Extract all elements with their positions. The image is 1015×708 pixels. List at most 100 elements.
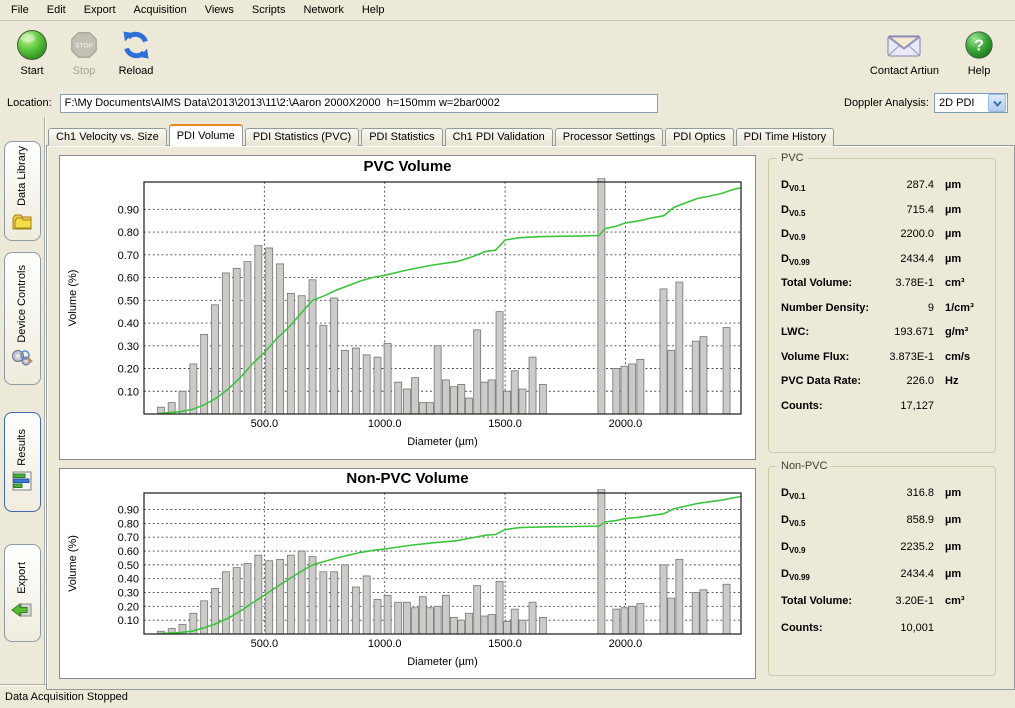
stat-label: DV0.99 [781, 568, 870, 582]
svg-text:0.90: 0.90 [118, 204, 139, 216]
contact-artium-button[interactable]: Contact Artiun [866, 24, 943, 79]
non-pvc-volume-chart: 0.100.200.300.400.500.600.700.800.90500.… [60, 489, 755, 675]
svg-text:1000.0: 1000.0 [368, 418, 402, 430]
menu-item-acquisition[interactable]: Acquisition [125, 1, 196, 19]
pvc-volume-chart-panel: PVC Volume 0.100.200.300.400.500.600.700… [59, 155, 756, 460]
sidebar-item-device-controls[interactable]: Device Controls [4, 252, 41, 385]
sidebar-item-label: Results [16, 429, 28, 466]
svg-text:0.10: 0.10 [118, 615, 139, 627]
tab-ch1-pdi-validation[interactable]: Ch1 PDI Validation [445, 128, 553, 146]
stat-label: DV0.5 [781, 514, 870, 528]
stat-label: DV0.1 [781, 487, 870, 501]
app-window: FileEditExportAcquisitionViewsScriptsNet… [0, 0, 1015, 708]
svg-text:0.40: 0.40 [118, 318, 139, 330]
sidebar-item-export[interactable]: Export [4, 544, 41, 642]
svg-text:Volume (%): Volume (%) [67, 535, 79, 592]
stat-value: 226.0 [870, 375, 934, 387]
stat-row: Counts:17,127 [781, 400, 987, 425]
stop-button[interactable]: STOP Stop [58, 24, 110, 79]
svg-text:0.50: 0.50 [118, 295, 139, 307]
stat-row: DV0.5858.9µm [781, 514, 987, 541]
stat-value: 2434.4 [870, 253, 934, 265]
menu-item-file[interactable]: File [2, 1, 38, 19]
stat-unit: cm³ [934, 595, 987, 607]
start-label: Start [20, 65, 43, 77]
tab-pdi-time-history[interactable]: PDI Time History [736, 128, 835, 146]
svg-text:2000.0: 2000.0 [609, 638, 643, 650]
stat-unit: µm [934, 514, 987, 526]
menu-item-network[interactable]: Network [294, 1, 352, 19]
chevron-down-icon[interactable] [988, 94, 1006, 112]
start-icon [15, 26, 49, 64]
results-chart-icon [10, 470, 34, 495]
stat-row: Total Volume:3.78E-1cm³ [781, 277, 987, 302]
reload-label: Reload [119, 65, 154, 77]
stat-value: 193.671 [870, 326, 934, 338]
stat-value: 858.9 [870, 514, 934, 526]
stat-unit: Hz [934, 375, 987, 387]
svg-text:1000.0: 1000.0 [368, 638, 402, 650]
menu-item-edit[interactable]: Edit [38, 1, 75, 19]
location-input[interactable] [60, 94, 658, 113]
tab-pdi-optics[interactable]: PDI Optics [665, 128, 734, 146]
stat-row: Number Density:91/cm³ [781, 302, 987, 327]
toolbar: Start STOP Stop Reload [0, 21, 1015, 89]
gears-icon [10, 347, 34, 372]
tab-strip: Ch1 Velocity vs. SizePDI VolumePDI Stati… [46, 122, 1015, 145]
envelope-icon [885, 26, 923, 64]
tab-ch1-velocity-vs-size[interactable]: Ch1 Velocity vs. Size [48, 128, 167, 146]
pvc-stats-groupbox: PVC DV0.1287.4µmDV0.5715.4µmDV0.92200.0µ… [768, 158, 996, 453]
svg-text:500.0: 500.0 [251, 638, 279, 650]
sidebar-item-data-library[interactable]: Data Library [4, 141, 41, 241]
non-pvc-volume-chart-panel: Non-PVC Volume 0.100.200.300.400.500.600… [59, 468, 756, 679]
help-button[interactable]: ? Help [953, 24, 1005, 79]
menu-item-views[interactable]: Views [196, 1, 243, 19]
stat-row: Volume Flux:3.873E-1cm/s [781, 351, 987, 376]
svg-text:STOP: STOP [75, 42, 93, 49]
menu-item-export[interactable]: Export [75, 1, 125, 19]
svg-text:0.50: 0.50 [118, 560, 139, 572]
doppler-analysis-select[interactable]: 2D PDI [934, 93, 1008, 113]
svg-text:0.10: 0.10 [118, 386, 139, 398]
svg-text:500.0: 500.0 [251, 418, 279, 430]
menu-item-help[interactable]: Help [353, 1, 394, 19]
tab-pdi-volume[interactable]: PDI Volume [169, 124, 243, 146]
stat-label: DV0.9 [781, 228, 870, 242]
location-label: Location: [7, 97, 52, 109]
svg-text:Diameter (µm): Diameter (µm) [407, 436, 478, 448]
location-row: Location: Doppler Analysis: 2D PDI [0, 89, 1015, 117]
svg-text:0.80: 0.80 [118, 227, 139, 239]
pvc-chart-title: PVC Volume [60, 156, 755, 178]
tab-pdi-statistics[interactable]: PDI Statistics [361, 128, 442, 146]
start-button[interactable]: Start [6, 24, 58, 79]
menu-item-scripts[interactable]: Scripts [243, 1, 295, 19]
svg-text:2000.0: 2000.0 [609, 418, 643, 430]
stat-unit: µm [934, 487, 987, 499]
svg-text:0.20: 0.20 [118, 364, 139, 376]
tab-processor-settings[interactable]: Processor Settings [555, 128, 663, 146]
sidebar-item-results[interactable]: Results [4, 412, 41, 512]
stop-label: Stop [73, 65, 96, 77]
reload-button[interactable]: Reload [110, 24, 162, 79]
tab-pdi-statistics-pvc-[interactable]: PDI Statistics (PVC) [245, 128, 359, 146]
status-text: Data Acquisition Stopped [5, 691, 128, 703]
stat-row: DV0.1287.4µm [781, 179, 987, 204]
svg-text:1500.0: 1500.0 [488, 638, 522, 650]
stat-value: 715.4 [870, 204, 934, 216]
stat-value: 17,127 [870, 400, 934, 412]
pvc-groupbox-title: PVC [777, 152, 808, 164]
stat-row: Total Volume:3.20E-1cm³ [781, 595, 987, 622]
svg-text:1500.0: 1500.0 [488, 418, 522, 430]
stat-label: PVC Data Rate: [781, 375, 870, 387]
tab-page-pdi-volume: PVC Volume 0.100.200.300.400.500.600.700… [46, 145, 1015, 690]
stat-value: 3.873E-1 [870, 351, 934, 363]
help-label: Help [968, 65, 991, 77]
stat-row: DV0.992434.4µm [781, 568, 987, 595]
doppler-analysis-value: 2D PDI [935, 97, 988, 109]
stat-row: DV0.992434.4µm [781, 253, 987, 278]
stat-value: 316.8 [870, 487, 934, 499]
stat-row: LWC:193.671g/m³ [781, 326, 987, 351]
stat-value: 10,001 [870, 622, 934, 634]
contact-artium-label: Contact Artiun [870, 65, 939, 77]
stat-row: Counts:10,001 [781, 622, 987, 649]
